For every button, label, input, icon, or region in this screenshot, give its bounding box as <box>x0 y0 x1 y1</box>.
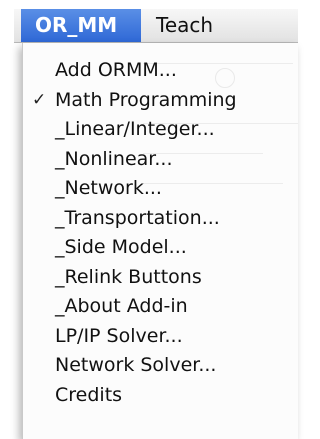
menu-or-mm[interactable]: OR_MM <box>21 9 141 42</box>
menu-item-linear-integer[interactable]: _Linear/Integer... <box>23 115 298 145</box>
menu-item-label: _About Add-in <box>55 295 188 317</box>
menu-item-label: Add ORMM... <box>55 59 177 81</box>
menu-item-nonlinear[interactable]: _Nonlinear... <box>23 145 298 175</box>
menu-item-label: _Transportation... <box>55 206 220 229</box>
menu-bar: OR_MM Teach <box>14 9 298 43</box>
menu-item-transportation[interactable]: _Transportation... <box>23 204 298 234</box>
menu-item-label: _Linear/Integer... <box>55 118 215 140</box>
menu-item-label: _Side Model... <box>55 236 187 258</box>
menu-item-list: Add ORMM... ✓ Math Programming _Linear/I… <box>23 56 298 410</box>
menu-item-math-programming[interactable]: ✓ Math Programming <box>23 86 298 116</box>
menu-item-label: _Nonlinear... <box>55 147 173 170</box>
menu-item-network-solver[interactable]: Network Solver... <box>23 351 298 381</box>
menu-item-label: Network Solver... <box>55 354 217 376</box>
menu-item-about-add-in[interactable]: _About Add-in <box>23 292 298 322</box>
screenshot-stage: OR_MM Teach Add ORMM... ✓ Math Programmi… <box>0 0 298 439</box>
menu-item-label: _Network... <box>55 177 162 199</box>
menu-item-credits[interactable]: Credits <box>23 381 298 411</box>
checkmark-icon: ✓ <box>32 89 47 110</box>
menu-item-side-model[interactable]: _Side Model... <box>23 233 298 263</box>
menu-item-label: _Relink Buttons <box>55 265 202 288</box>
menu-item-label: LP/IP Solver... <box>55 324 183 347</box>
menu-item-relink-buttons[interactable]: _Relink Buttons <box>23 263 298 293</box>
menu-item-lp-ip-solver[interactable]: LP/IP Solver... <box>23 322 298 352</box>
menu-item-add-ormm[interactable]: Add ORMM... <box>23 56 298 86</box>
menu-item-label: Math Programming <box>55 88 237 111</box>
menu-item-network[interactable]: _Network... <box>23 174 298 204</box>
menu-item-label: Credits <box>55 383 123 406</box>
or-mm-dropdown-menu: Add ORMM... ✓ Math Programming _Linear/I… <box>22 43 298 439</box>
menu-teach[interactable]: Teach <box>156 9 213 42</box>
